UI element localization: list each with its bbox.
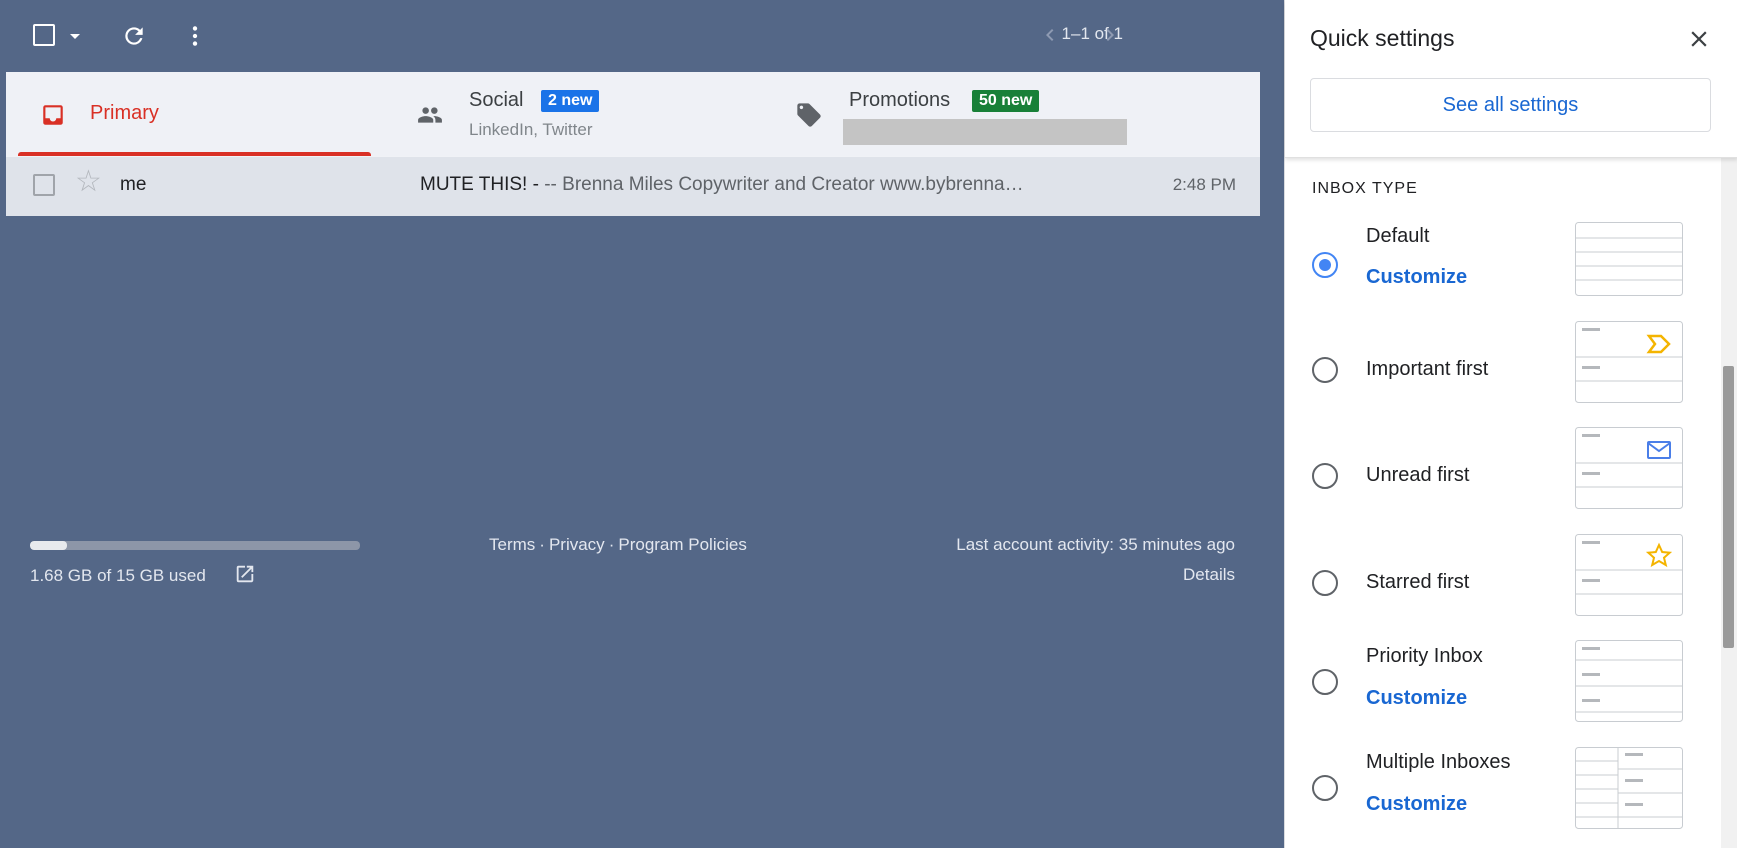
option-label: Important first — [1366, 358, 1489, 380]
default-layout-thumbnail — [1575, 222, 1683, 296]
previous-page-button[interactable] — [1038, 22, 1062, 55]
tab-promotions[interactable]: Promotions 50 new — [781, 72, 1231, 156]
quick-settings-header: Quick settings See all settings — [1285, 0, 1737, 158]
tag-icon — [797, 103, 821, 127]
storage-text: 1.68 GB of 15 GB used — [30, 566, 206, 585]
checkbox-icon — [33, 24, 55, 46]
chevron-left-icon — [1046, 29, 1054, 41]
scrollbar-thumb[interactable] — [1723, 366, 1734, 648]
tab-primary[interactable]: Primary — [18, 72, 371, 156]
important-first-thumbnail — [1575, 321, 1683, 403]
tab-social-label: Social — [469, 89, 524, 111]
quick-settings-title: Quick settings — [1310, 25, 1455, 51]
tab-primary-label: Primary — [90, 102, 159, 124]
more-vert-icon — [192, 26, 198, 46]
row-subject-line: MUTE THIS! - -- Brenna Miles Copywriter … — [420, 174, 1024, 196]
row-checkbox[interactable] — [33, 174, 55, 196]
mail-panel: Primary Social 2 new LinkedIn, Twitter P… — [6, 72, 1260, 216]
tab-promotions-label: Promotions — [849, 89, 951, 111]
people-icon — [418, 107, 442, 123]
close-icon[interactable] — [1686, 26, 1712, 52]
details-link[interactable]: Details — [1183, 565, 1235, 585]
option-label: Starred first — [1366, 571, 1470, 593]
social-senders: LinkedIn, Twitter — [469, 120, 593, 139]
footer: 1.68 GB of 15 GB used Terms · Privacy · Prog… — [0, 520, 1260, 600]
category-tabs: Primary Social 2 new LinkedIn, Twitter P… — [6, 72, 1260, 156]
star-icon[interactable]: ☆ — [75, 167, 102, 197]
more-options-button[interactable] — [182, 22, 208, 50]
storage-fill — [30, 541, 67, 550]
row-subject: MUTE THIS! - — [420, 174, 545, 195]
refresh-button[interactable] — [120, 22, 148, 50]
radio-important-first[interactable] — [1312, 357, 1338, 383]
refresh-icon — [125, 27, 143, 45]
row-time: 2:48 PM — [1172, 175, 1236, 194]
privacy-link[interactable]: Privacy — [549, 535, 605, 554]
inbox-icon — [43, 105, 63, 125]
toolbar: 1–1 of 1 — [0, 0, 1284, 72]
terms-link[interactable]: Terms — [489, 535, 535, 554]
tab-social[interactable]: Social 2 new LinkedIn, Twitter — [401, 72, 781, 156]
next-page-button[interactable] — [1098, 22, 1122, 55]
customize-default-link[interactable]: Customize — [1366, 266, 1467, 289]
mail-main: 1–1 of 1 Primary Social 2 new LinkedIn, … — [0, 0, 1284, 848]
option-label: Multiple Inboxes — [1366, 751, 1511, 773]
radio-unread-first[interactable] — [1312, 463, 1338, 489]
option-label: Priority Inbox — [1366, 645, 1483, 667]
see-all-settings-button[interactable]: See all settings — [1310, 78, 1711, 132]
active-tab-indicator — [18, 152, 371, 156]
caret-down-icon — [70, 33, 80, 39]
multiple-inboxes-thumbnail — [1575, 747, 1683, 829]
option-label: Unread first — [1366, 464, 1470, 486]
inbox-type-title: INBOX TYPE — [1312, 180, 1418, 197]
program-policies-link[interactable]: Program Policies — [618, 535, 747, 554]
table-row[interactable]: ☆ me MUTE THIS! - -- Brenna Miles Copywr… — [6, 157, 1260, 216]
promotions-new-badge: 50 new — [972, 90, 1040, 112]
option-label: Default — [1366, 225, 1430, 247]
radio-starred-first[interactable] — [1312, 570, 1338, 596]
storage-bar — [30, 541, 360, 550]
customize-priority-link[interactable]: Customize — [1366, 687, 1467, 710]
select-all-checkbox[interactable] — [33, 24, 55, 46]
open-in-new-icon[interactable] — [234, 563, 256, 585]
radio-priority-inbox[interactable] — [1312, 669, 1338, 695]
link-separator: · — [539, 535, 545, 554]
customize-multiple-link[interactable]: Customize — [1366, 793, 1467, 816]
last-activity: Last account activity: 35 minutes ago — [956, 535, 1235, 554]
unread-first-thumbnail — [1575, 427, 1683, 509]
starred-first-thumbnail — [1575, 534, 1683, 616]
radio-multiple-inboxes[interactable] — [1312, 775, 1338, 801]
promotions-senders-redacted — [843, 119, 1127, 145]
row-sender: me — [120, 174, 147, 195]
social-new-badge: 2 new — [541, 90, 600, 112]
row-snippet: -- Brenna Miles Copywriter and Creator w… — [544, 174, 1024, 195]
link-separator: · — [608, 535, 615, 554]
footer-links: Terms · Privacy · Program Policies — [489, 535, 747, 555]
select-dropdown-button[interactable] — [68, 32, 82, 40]
radio-default[interactable] — [1312, 252, 1338, 278]
chevron-right-icon — [1106, 29, 1114, 41]
priority-inbox-thumbnail — [1575, 640, 1683, 722]
